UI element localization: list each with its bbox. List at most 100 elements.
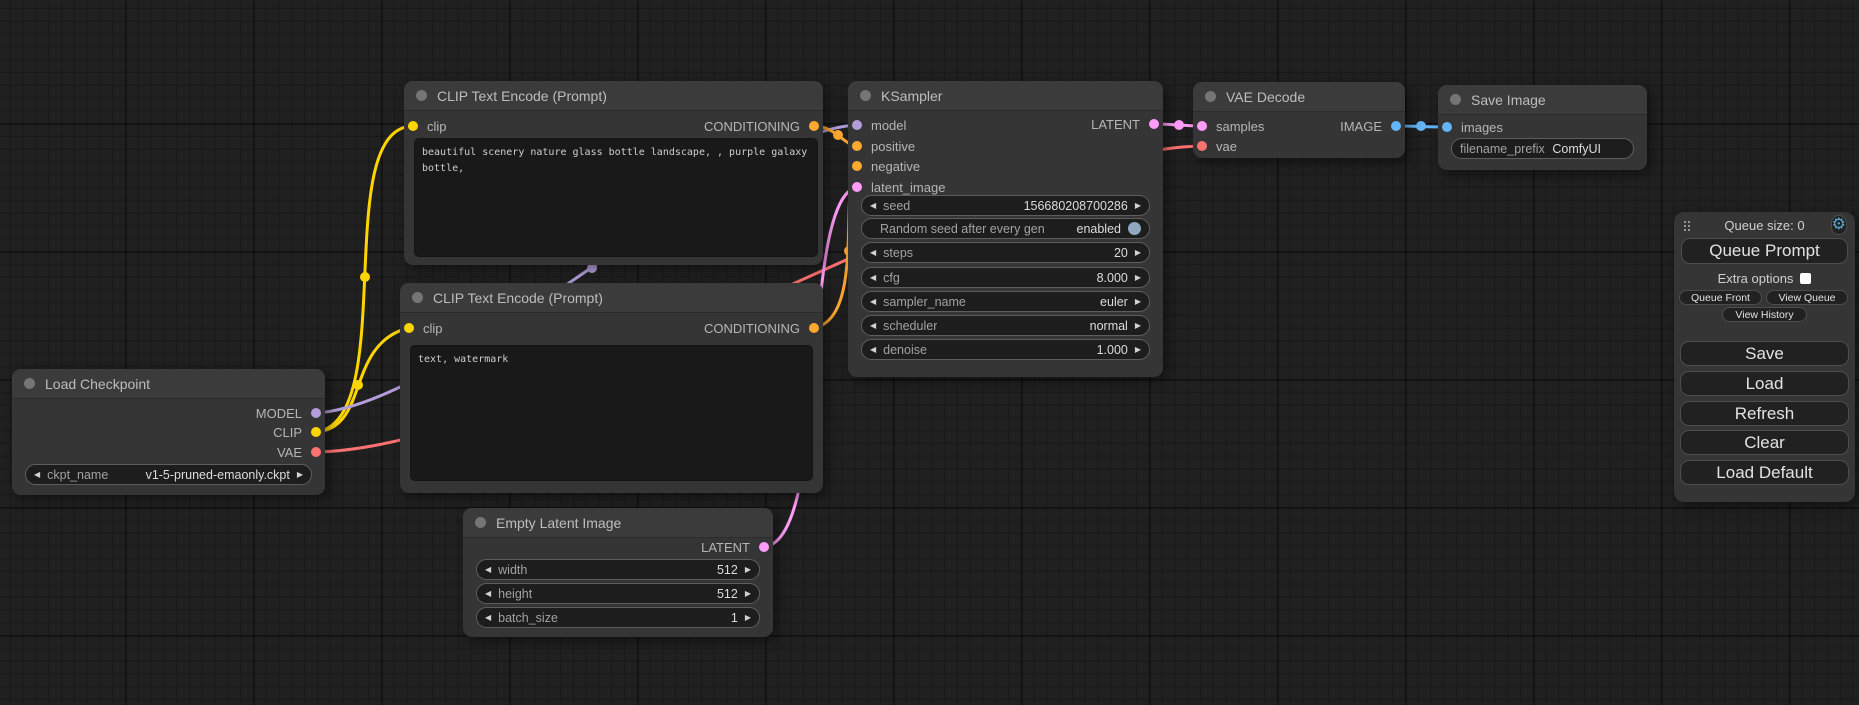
increment-arrow-icon[interactable]: ▶ xyxy=(1135,297,1141,306)
clip-input-icon[interactable] xyxy=(408,121,418,131)
widget-width[interactable]: ◀width512▶ xyxy=(476,559,760,580)
collapse-dot-icon[interactable] xyxy=(24,378,35,389)
view-history-button[interactable]: View History xyxy=(1722,307,1807,322)
LATENT-output-icon[interactable] xyxy=(1149,119,1159,129)
negative-input-icon[interactable] xyxy=(852,161,862,171)
decrement-arrow-icon[interactable]: ◀ xyxy=(870,345,876,354)
settings-gear-icon[interactable]: ⚙ xyxy=(1831,215,1847,235)
decrement-arrow-icon[interactable]: ◀ xyxy=(870,248,876,257)
output-slot-CLIP[interactable]: CLIP xyxy=(273,424,321,440)
node-clip-text-encode-positive[interactable]: CLIP Text Encode (Prompt) clip CONDITIONIN… xyxy=(404,81,823,265)
save-button[interactable]: Save xyxy=(1680,341,1849,366)
node-save-image[interactable]: Save Image images filename_prefixComfyUI xyxy=(1438,85,1647,170)
decrement-arrow-icon[interactable]: ◀ xyxy=(870,321,876,330)
increment-arrow-icon[interactable]: ▶ xyxy=(745,589,751,598)
widget-ckpt_name[interactable]: ◀ckpt_namev1-5-pruned-emaonly.ckpt▶ xyxy=(25,464,312,485)
queue-prompt-button[interactable]: Queue Prompt xyxy=(1681,238,1848,264)
CONDITIONING-output-icon[interactable] xyxy=(809,323,819,333)
extra-options-checkbox[interactable] xyxy=(1800,273,1811,284)
output-slot-CONDITIONING[interactable]: CONDITIONING xyxy=(704,118,819,134)
node-load-checkpoint[interactable]: Load Checkpoint MODEL CLIP VAE ◀ckpt_namev1-… xyxy=(12,369,325,495)
node-vae-decode[interactable]: VAE Decode samples vae IMAGE xyxy=(1193,82,1405,158)
node-title-bar[interactable]: VAE Decode xyxy=(1193,82,1405,112)
input-slot-model[interactable]: model xyxy=(852,117,906,133)
input-slot-latent_image[interactable]: latent_image xyxy=(852,179,945,195)
input-slot-clip[interactable]: clip xyxy=(408,118,447,134)
latent_image-input-icon[interactable] xyxy=(852,182,862,192)
decrement-arrow-icon[interactable]: ◀ xyxy=(485,589,491,598)
CONDITIONING-output-icon[interactable] xyxy=(809,121,819,131)
prompt-textarea[interactable]: beautiful scenery nature glass bottle la… xyxy=(414,138,818,257)
increment-arrow-icon[interactable]: ▶ xyxy=(1135,201,1141,210)
positive-input-icon[interactable] xyxy=(852,141,862,151)
widget-height[interactable]: ◀height512▶ xyxy=(476,583,760,604)
output-slot-IMAGE[interactable]: IMAGE xyxy=(1340,118,1401,134)
node-clip-text-encode-negative[interactable]: CLIP Text Encode (Prompt) clip CONDITIONIN… xyxy=(400,283,823,493)
collapse-dot-icon[interactable] xyxy=(416,90,427,101)
LATENT-output-icon[interactable] xyxy=(759,542,769,552)
increment-arrow-icon[interactable]: ▶ xyxy=(1135,321,1141,330)
input-slot-images[interactable]: images xyxy=(1442,119,1503,135)
collapse-dot-icon[interactable] xyxy=(860,90,871,101)
samples-input-icon[interactable] xyxy=(1197,121,1207,131)
increment-arrow-icon[interactable]: ▶ xyxy=(745,565,751,574)
widget-cfg[interactable]: ◀cfg8.000▶ xyxy=(861,267,1150,288)
increment-arrow-icon[interactable]: ▶ xyxy=(1135,345,1141,354)
collapse-dot-icon[interactable] xyxy=(1450,94,1461,105)
widget-steps[interactable]: ◀steps20▶ xyxy=(861,242,1150,263)
node-ksampler[interactable]: KSampler model positive negative latent_imag… xyxy=(848,81,1163,377)
output-slot-LATENT[interactable]: LATENT xyxy=(701,539,769,555)
input-slot-vae[interactable]: vae xyxy=(1197,138,1237,154)
decrement-arrow-icon[interactable]: ◀ xyxy=(870,273,876,282)
decrement-arrow-icon[interactable]: ◀ xyxy=(485,565,491,574)
widget-random-seed-after-every-gen[interactable]: Random seed after every genenabled xyxy=(861,218,1150,239)
vae-input-icon[interactable] xyxy=(1197,141,1207,151)
widget-sampler_name[interactable]: ◀sampler_nameeuler▶ xyxy=(861,291,1150,312)
view-queue-button[interactable]: View Queue xyxy=(1766,290,1848,305)
input-slot-samples[interactable]: samples xyxy=(1197,118,1264,134)
widget-batch_size[interactable]: ◀batch_size1▶ xyxy=(476,607,760,628)
node-title-bar[interactable]: CLIP Text Encode (Prompt) xyxy=(404,81,823,111)
increment-arrow-icon[interactable]: ▶ xyxy=(745,613,751,622)
collapse-dot-icon[interactable] xyxy=(1205,91,1216,102)
CLIP-output-icon[interactable] xyxy=(311,427,321,437)
node-title-bar[interactable]: KSampler xyxy=(848,81,1163,111)
output-slot-VAE[interactable]: VAE xyxy=(277,444,321,460)
VAE-output-icon[interactable] xyxy=(311,447,321,457)
widget-filename_prefix[interactable]: filename_prefixComfyUI xyxy=(1451,138,1634,159)
clear-button[interactable]: Clear xyxy=(1680,430,1849,455)
IMAGE-output-icon[interactable] xyxy=(1391,121,1401,131)
output-slot-MODEL[interactable]: MODEL xyxy=(256,405,321,421)
refresh-button[interactable]: Refresh xyxy=(1680,401,1849,426)
load-button[interactable]: Load xyxy=(1680,371,1849,396)
output-slot-LATENT[interactable]: LATENT xyxy=(1091,116,1159,132)
collapse-dot-icon[interactable] xyxy=(412,292,423,303)
model-input-icon[interactable] xyxy=(852,120,862,130)
node-title-bar[interactable]: CLIP Text Encode (Prompt) xyxy=(400,283,823,313)
output-slot-CONDITIONING[interactable]: CONDITIONING xyxy=(704,320,819,336)
load-default-button[interactable]: Load Default xyxy=(1680,460,1849,485)
node-title-bar[interactable]: Empty Latent Image xyxy=(463,508,773,538)
decrement-arrow-icon[interactable]: ◀ xyxy=(870,297,876,306)
increment-arrow-icon[interactable]: ▶ xyxy=(1135,273,1141,282)
widget-denoise[interactable]: ◀denoise1.000▶ xyxy=(861,339,1150,360)
widget-seed[interactable]: ◀seed156680208700286▶ xyxy=(861,195,1150,216)
queue-front-button[interactable]: Queue Front xyxy=(1679,290,1762,305)
prompt-textarea[interactable]: text, watermark xyxy=(410,345,813,481)
collapse-dot-icon[interactable] xyxy=(475,517,486,528)
node-title-bar[interactable]: Load Checkpoint xyxy=(12,369,325,399)
decrement-arrow-icon[interactable]: ◀ xyxy=(485,613,491,622)
increment-arrow-icon[interactable]: ▶ xyxy=(297,470,303,479)
input-slot-positive[interactable]: positive xyxy=(852,138,915,154)
images-input-icon[interactable] xyxy=(1442,122,1452,132)
decrement-arrow-icon[interactable]: ◀ xyxy=(34,470,40,479)
clip-input-icon[interactable] xyxy=(404,323,414,333)
increment-arrow-icon[interactable]: ▶ xyxy=(1135,248,1141,257)
input-slot-clip[interactable]: clip xyxy=(404,320,443,336)
input-slot-negative[interactable]: negative xyxy=(852,158,920,174)
node-title-bar[interactable]: Save Image xyxy=(1438,85,1647,115)
decrement-arrow-icon[interactable]: ◀ xyxy=(870,201,876,210)
toggle-on-icon[interactable] xyxy=(1128,222,1141,235)
node-graph-canvas[interactable]: Queue size: 0 ⚙ Queue Prompt Extra optio… xyxy=(0,0,1859,705)
MODEL-output-icon[interactable] xyxy=(311,408,321,418)
